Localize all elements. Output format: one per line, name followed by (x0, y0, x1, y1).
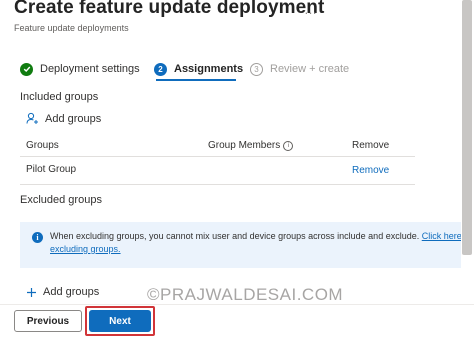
learn-more-link-continued[interactable]: excluding groups. (50, 244, 121, 254)
active-step-indicator (156, 79, 236, 81)
step-assignments[interactable]: 2 Assignments (154, 61, 243, 77)
column-header-remove: Remove (352, 140, 390, 151)
column-header-groups: Groups (26, 140, 59, 151)
column-header-members-label: Group Members (208, 140, 281, 151)
group-name: Pilot Group (26, 164, 77, 175)
info-icon[interactable]: i (283, 141, 294, 151)
page-title: Create feature update deployment (14, 0, 325, 18)
add-groups-label: Add groups (43, 286, 100, 298)
more-options-icon[interactable]: … (304, 2, 318, 17)
excluded-groups-heading: Excluded groups (20, 194, 102, 206)
step-number-badge: 2 (154, 62, 167, 76)
step-number-badge: 3 (250, 62, 263, 76)
checkmark-icon (20, 62, 33, 76)
banner-message: When excluding groups, you cannot mix us… (50, 231, 420, 241)
column-header-group-members: Group Members i (208, 140, 294, 151)
remove-group-link[interactable]: Remove (352, 165, 389, 176)
step-review-create[interactable]: 3 Review + create (250, 61, 349, 77)
previous-button[interactable]: Previous (14, 310, 82, 332)
page-subtitle: Feature update deployments (14, 23, 129, 33)
step-deployment-settings[interactable]: Deployment settings (20, 61, 140, 77)
table-row-divider (20, 184, 415, 185)
watermark: ©PRAJWALDESAI.COM (147, 285, 344, 304)
next-button[interactable]: Next (89, 310, 151, 332)
info-icon: i (32, 232, 43, 243)
add-groups-label: Add groups (45, 112, 102, 125)
add-person-icon (26, 112, 39, 125)
add-excluded-groups-button[interactable]: Add groups (26, 286, 99, 298)
step-label: Deployment settings (40, 63, 140, 75)
table-header-divider (20, 156, 415, 157)
scrollbar-thumb[interactable] (462, 0, 472, 255)
info-banner-text: When excluding groups, you cannot mix us… (50, 230, 474, 256)
step-label: Review + create (270, 63, 350, 75)
included-groups-heading: Included groups (20, 91, 99, 103)
info-banner: i When excluding groups, you cannot mix … (20, 222, 474, 268)
footer-divider (0, 304, 474, 305)
plus-icon (26, 287, 37, 298)
step-label: Assignments (174, 63, 244, 75)
included-groups-table-header: Groups Group Members i Remove (20, 134, 420, 156)
table-row: Pilot Group Remove (20, 158, 420, 184)
add-included-groups-button[interactable]: Add groups (26, 112, 101, 125)
